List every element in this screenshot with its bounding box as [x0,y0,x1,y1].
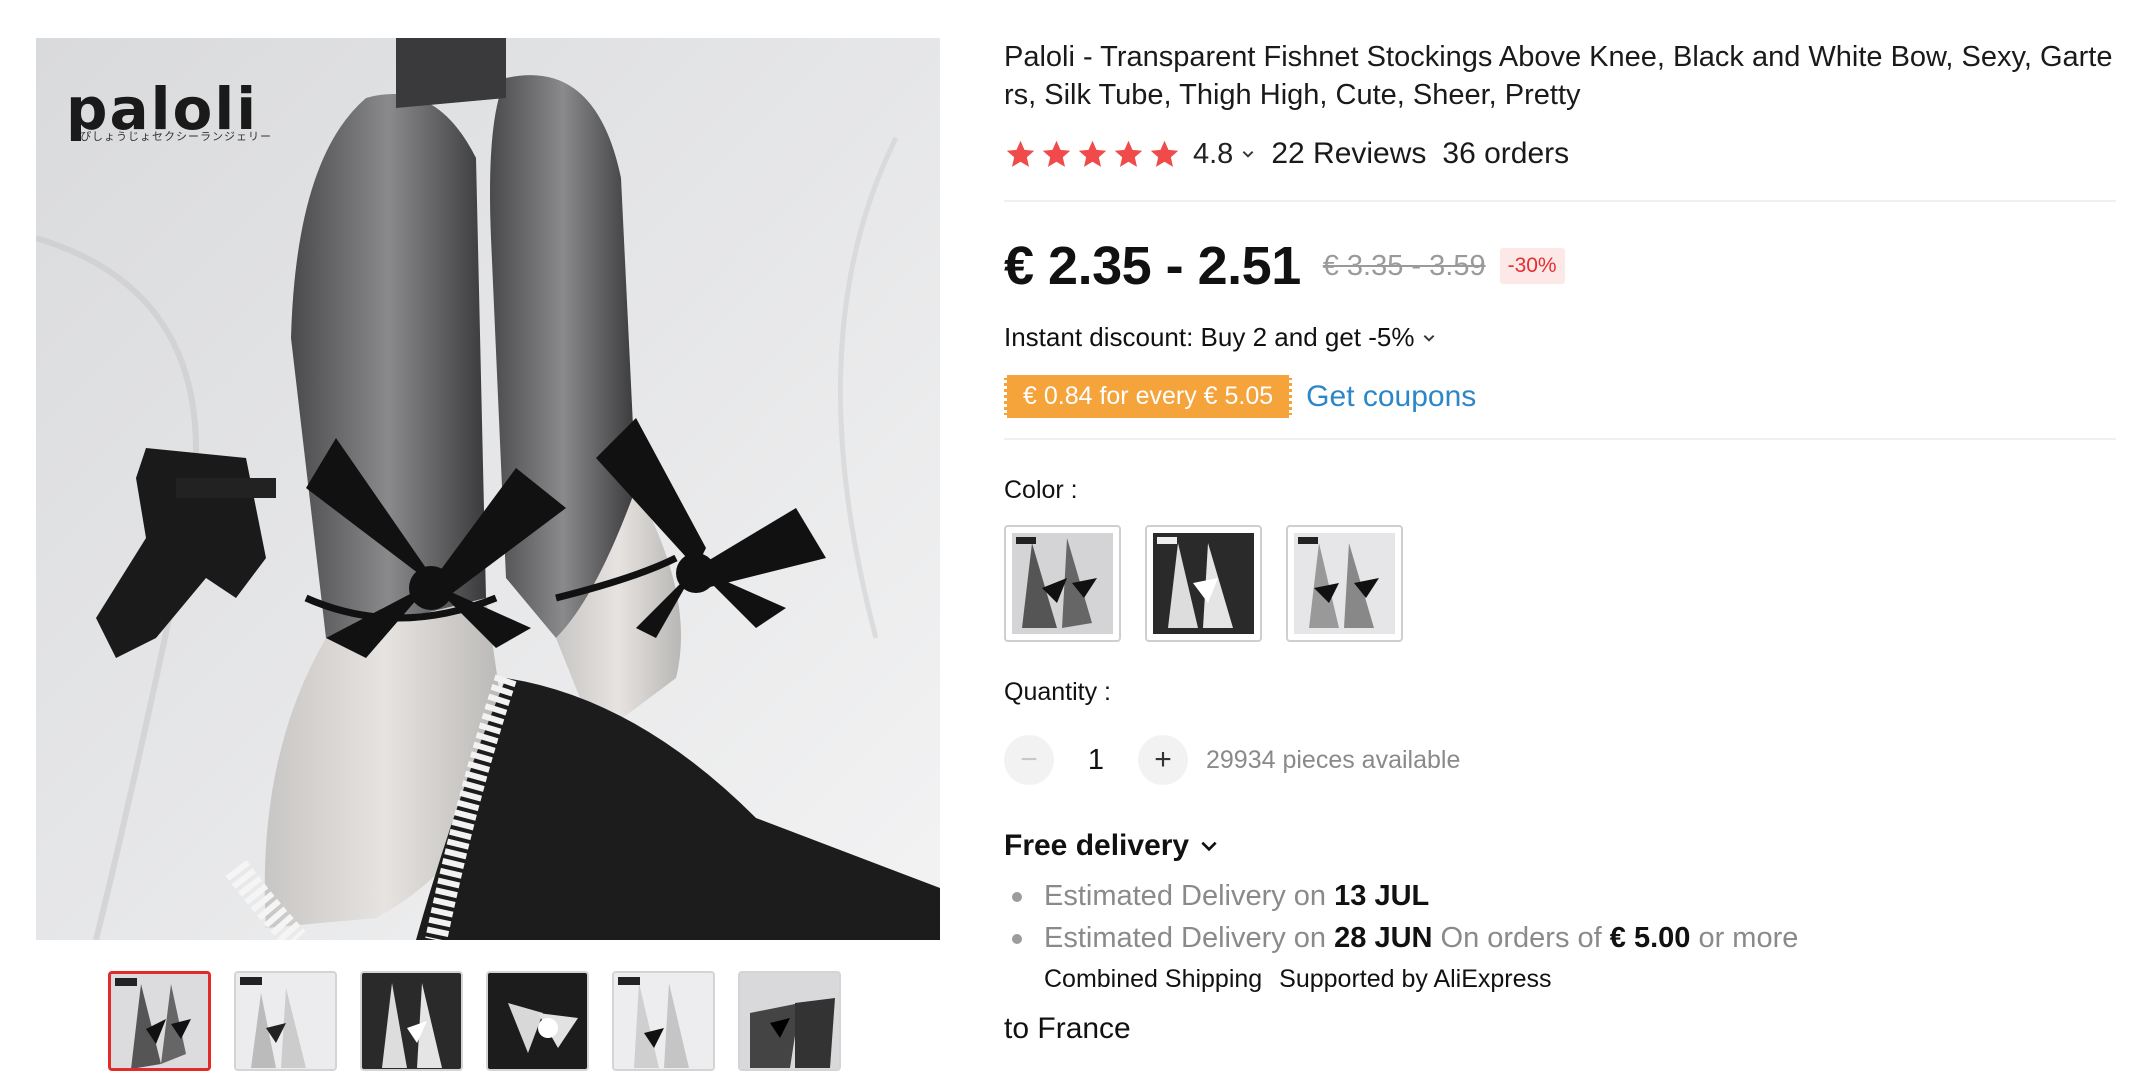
delivery-date: 13 JUL [1334,880,1430,912]
star-icon [1150,140,1179,167]
star-rating[interactable] [1004,138,1181,171]
product-details: Paloli - Transparent Fishnet Stockings A… [1004,38,2116,1046]
star-icon [1006,140,1035,167]
product-title: Paloli - Transparent Fishnet Stockings A… [1004,41,2113,111]
rating-value[interactable]: 4.8 [1193,138,1233,171]
delivery-date: 28 JUN [1334,922,1433,954]
delivery-estimate-2: Estimated Delivery on 28 JUN On orders o… [1004,917,2116,959]
reviews-link[interactable]: 22 Reviews [1271,137,1426,171]
instant-discount[interactable]: Instant discount: Buy 2 and get -5% [1004,322,2116,353]
brand-tagline: ぴしょうじょセクシーランジェリー [80,131,272,143]
thumbnail-6[interactable] [738,971,841,1071]
chevron-down-icon [1424,334,1435,342]
thumbnail-2[interactable] [234,971,337,1071]
coupon-row: € 0.84 for every € 5.05 Get coupons [1004,375,2116,418]
original-price: € 3.35 - 3.59 [1322,249,1486,282]
color-swatches [1004,525,2116,642]
delivery-toggle[interactable]: Free delivery [1004,829,2116,863]
ship-to[interactable]: to France [1004,1012,2116,1046]
delivery-prefix: Estimated Delivery on [1044,880,1327,912]
color-option-3[interactable] [1286,525,1403,642]
quantity-input[interactable]: 1 [1054,744,1138,777]
color-option-2[interactable] [1145,525,1262,642]
current-price: € 2.35 - 2.51 [1004,236,1301,296]
combined-shipping: Combined Shipping Supported by AliExpres… [1004,965,2116,994]
coupon-ticket: € 0.84 for every € 5.05 [1004,375,1293,418]
star-icon [1114,140,1143,167]
get-coupons-link[interactable]: Get coupons [1306,380,1476,414]
color-label: Color : [1004,476,1078,504]
star-icon [1078,140,1107,167]
delivery-min-amount: € 5.00 [1609,922,1691,954]
price-row: € 2.35 - 2.51 € 3.35 - 3.59 -30% [1004,236,2116,296]
orders-count: 36 orders [1442,137,1570,170]
ship-to-prefix: to [1004,1012,1030,1045]
product-gallery: paloli ぴしょうじょセクシーランジェリー [36,38,940,1071]
stock-available: 29934 pieces available [1206,745,1461,774]
thumbnail-strip [108,971,841,1071]
chevron-down-icon [1201,841,1217,852]
divider [1004,438,2116,440]
thumbnail-3[interactable] [360,971,463,1071]
delivery-condition: On orders of [1440,922,1602,954]
decrease-quantity-button[interactable]: − [1004,735,1054,785]
supported-by-label: Supported by AliExpress [1279,965,1552,993]
thumbnail-4[interactable] [486,971,589,1071]
delivery-prefix: Estimated Delivery on [1044,922,1327,954]
thumbnail-5[interactable] [612,971,715,1071]
star-icon [1042,140,1071,167]
rating-row: 4.8 22 Reviews 36 orders [1004,136,2116,172]
delivery-suffix: or more [1698,922,1799,954]
instant-discount-text: Instant discount: Buy 2 and get -5% [1004,322,1415,352]
color-option-1[interactable] [1004,525,1121,642]
increase-quantity-button[interactable]: + [1138,735,1188,785]
quantity-label: Quantity : [1004,678,1111,706]
delivery-estimate-1: Estimated Delivery on 13 JUL [1004,875,2116,917]
quantity-stepper: − 1 + 29934 pieces available [1004,735,2116,785]
delivery-list: Estimated Delivery on 13 JUL Estimated D… [1004,875,2116,959]
discount-badge: -30% [1499,248,1565,284]
delivery-title: Free delivery [1004,829,1190,862]
chevron-down-icon[interactable] [1241,147,1255,161]
ship-to-country: France [1037,1012,1131,1045]
divider [1004,200,2116,202]
main-product-image[interactable]: paloli ぴしょうじょセクシーランジェリー [36,38,940,940]
combined-shipping-label: Combined Shipping [1044,965,1263,993]
thumbnail-1[interactable] [108,971,211,1071]
